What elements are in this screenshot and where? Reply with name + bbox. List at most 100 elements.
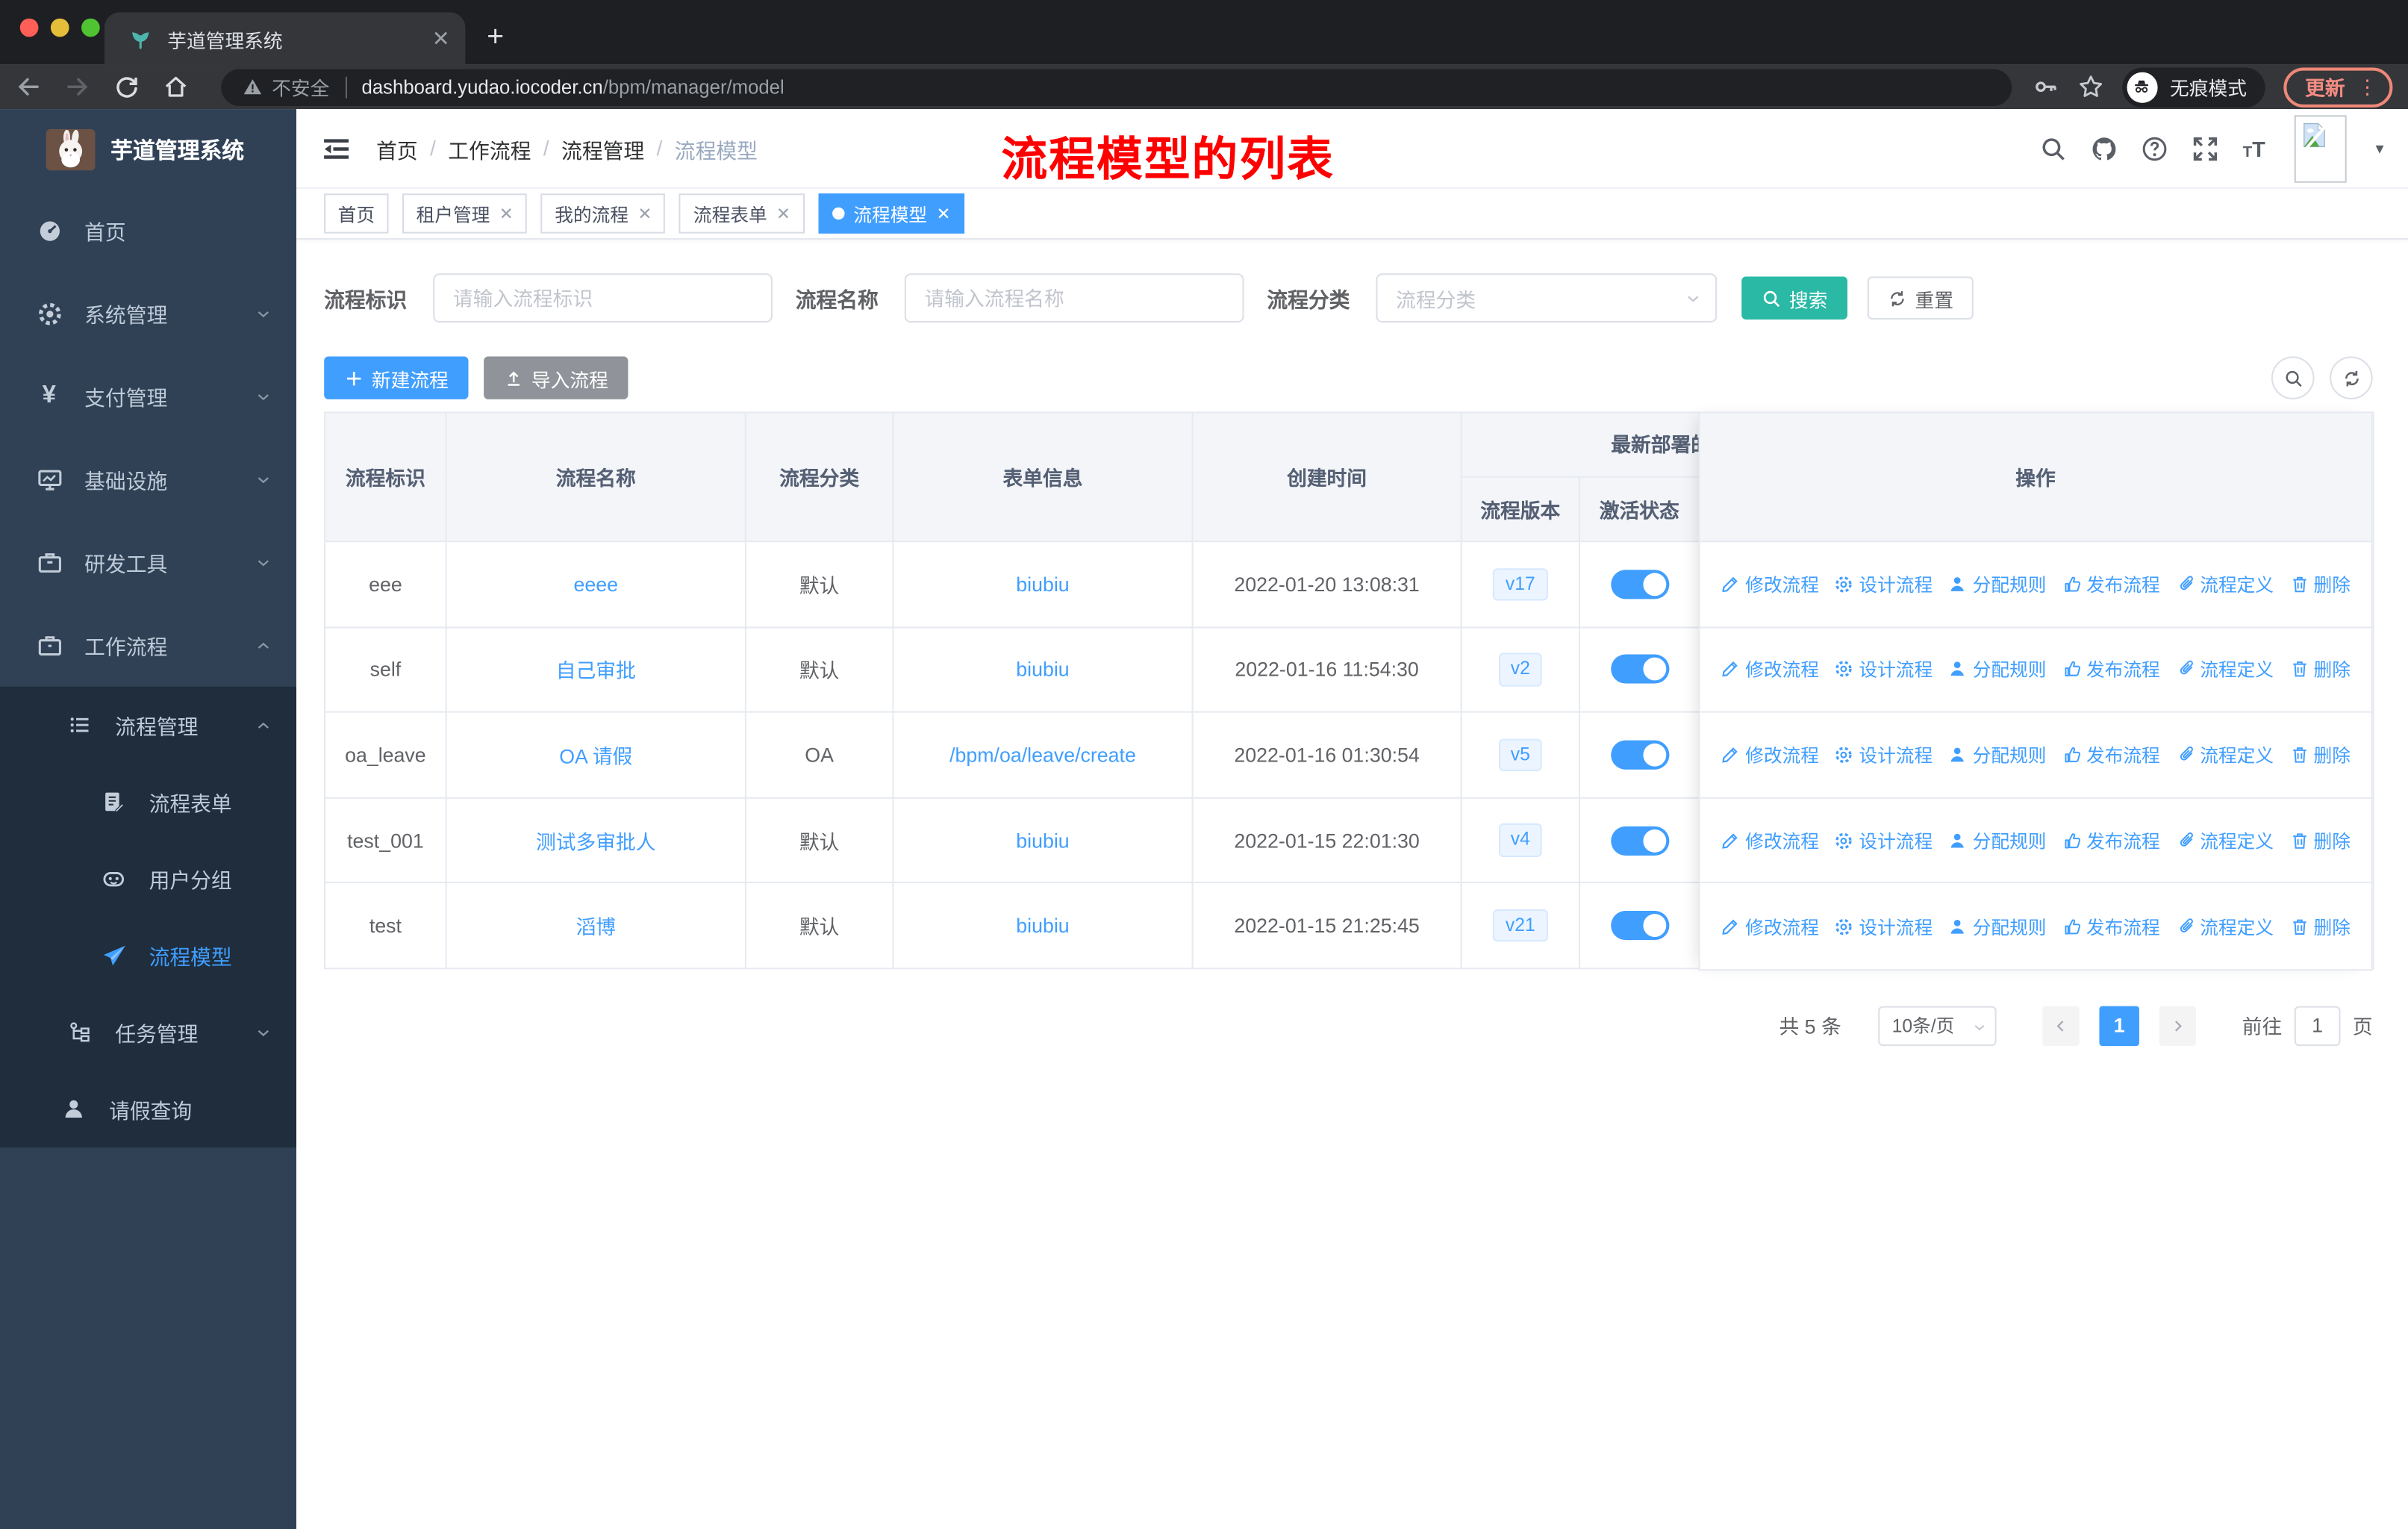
process-name-link[interactable]: 测试多审批人 <box>536 830 656 853</box>
sidebar-item-payment[interactable]: ¥ 支付管理 <box>0 355 296 437</box>
version-badge[interactable]: v21 <box>1493 909 1548 943</box>
active-toggle[interactable] <box>1610 826 1669 856</box>
collapse-sidebar-icon[interactable] <box>321 133 352 164</box>
close-icon[interactable]: ✕ <box>936 204 950 224</box>
goto-page-input[interactable] <box>2294 1006 2341 1047</box>
tag-process-model[interactable]: 流程模型 ✕ <box>818 193 964 234</box>
row-action-link[interactable]: 修改流程 <box>1721 913 1819 939</box>
update-button[interactable]: 更新 ⋮ <box>2283 66 2393 107</box>
row-action-link[interactable]: 分配规则 <box>1948 742 2046 768</box>
password-key-icon[interactable] <box>2033 74 2059 100</box>
minimize-window-button[interactable] <box>50 18 69 37</box>
avatar[interactable] <box>2294 114 2347 182</box>
row-action-link[interactable]: 发布流程 <box>2062 742 2160 768</box>
close-window-button[interactable] <box>19 18 39 37</box>
active-toggle[interactable] <box>1610 911 1669 941</box>
refresh-table-button[interactable] <box>2330 356 2373 399</box>
create-process-button[interactable]: 新建流程 <box>324 356 469 399</box>
row-action-link[interactable]: 设计流程 <box>1835 827 1933 853</box>
row-action-link[interactable]: 发布流程 <box>2062 656 2160 682</box>
form-info-link[interactable]: biubiu <box>1016 915 1069 938</box>
url-bar[interactable]: 不安全 dashboard.yudao.iocoder.cn /bpm/mana… <box>221 68 2012 105</box>
row-action-link[interactable]: 设计流程 <box>1835 571 1933 597</box>
maximize-window-button[interactable] <box>81 18 100 37</box>
row-action-link[interactable]: 删除 <box>2289 742 2351 768</box>
active-toggle[interactable] <box>1610 740 1669 770</box>
row-action-link[interactable]: 分配规则 <box>1948 571 2046 597</box>
row-action-link[interactable]: 设计流程 <box>1835 913 1933 939</box>
page-number-button[interactable]: 1 <box>2099 1006 2139 1047</box>
version-badge[interactable]: v5 <box>1498 738 1543 772</box>
reset-button[interactable]: 重置 <box>1867 276 1974 320</box>
process-name-link[interactable]: 滔博 <box>576 916 616 939</box>
close-icon[interactable]: ✕ <box>776 204 790 224</box>
sidebar-item-process-model[interactable]: 流程模型 <box>0 917 296 994</box>
row-action-link[interactable]: 发布流程 <box>2062 827 2160 853</box>
row-action-link[interactable]: 删除 <box>2289 571 2351 597</box>
row-action-link[interactable]: 修改流程 <box>1721 571 1819 597</box>
avatar-caret-icon[interactable]: ▼ <box>2373 140 2386 156</box>
search-icon[interactable] <box>2040 134 2068 162</box>
close-icon[interactable]: ✕ <box>637 204 652 224</box>
row-action-link[interactable]: 修改流程 <box>1721 742 1819 768</box>
row-action-link[interactable]: 流程定义 <box>2175 571 2274 597</box>
reload-icon[interactable] <box>113 74 140 100</box>
sidebar-item-process-management[interactable]: 流程管理 <box>0 687 296 764</box>
next-page-button[interactable] <box>2159 1006 2197 1047</box>
process-name-link[interactable]: eeee <box>574 573 619 596</box>
tag-tenant[interactable]: 租户管理 ✕ <box>402 193 528 234</box>
tab-close-icon[interactable]: ✕ <box>432 28 450 49</box>
row-action-link[interactable]: 流程定义 <box>2175 913 2274 939</box>
row-action-link[interactable]: 发布流程 <box>2062 571 2160 597</box>
home-icon[interactable] <box>163 74 189 100</box>
row-action-link[interactable]: 删除 <box>2289 656 2351 682</box>
row-action-link[interactable]: 流程定义 <box>2175 827 2274 853</box>
row-action-link[interactable]: 流程定义 <box>2175 656 2274 682</box>
form-info-link[interactable]: /bpm/oa/leave/create <box>949 744 1136 767</box>
form-info-link[interactable]: biubiu <box>1016 658 1069 681</box>
process-name-link[interactable]: 自己审批 <box>556 659 636 682</box>
close-icon[interactable]: ✕ <box>499 204 514 224</box>
sidebar-item-process-form[interactable]: 流程表单 <box>0 764 296 841</box>
process-name-link[interactable]: OA 请假 <box>559 745 632 768</box>
tag-home[interactable]: 首页 <box>324 193 389 234</box>
github-icon[interactable] <box>2091 134 2118 162</box>
breadcrumb-process-management[interactable]: 流程管理 <box>561 133 644 164</box>
bookmark-star-icon[interactable] <box>2078 74 2104 100</box>
forward-icon[interactable] <box>64 74 90 100</box>
help-question-icon[interactable] <box>2142 134 2169 162</box>
font-size-icon[interactable]: TT <box>2243 136 2265 161</box>
sidebar-item-system[interactable]: 系统管理 <box>0 272 296 355</box>
active-toggle[interactable] <box>1610 655 1669 685</box>
row-action-link[interactable]: 流程定义 <box>2175 742 2274 768</box>
fullscreen-icon[interactable] <box>2192 134 2220 162</box>
tag-my-process[interactable]: 我的流程 ✕ <box>540 193 666 234</box>
prev-page-button[interactable] <box>2042 1006 2080 1047</box>
version-badge[interactable]: v17 <box>1493 567 1548 601</box>
row-action-link[interactable]: 修改流程 <box>1721 656 1819 682</box>
version-badge[interactable]: v2 <box>1498 653 1543 687</box>
import-process-button[interactable]: 导入流程 <box>484 356 628 399</box>
back-icon[interactable] <box>16 74 42 100</box>
tag-process-form[interactable]: 流程表单 ✕ <box>679 193 805 234</box>
row-action-link[interactable]: 删除 <box>2289 913 2351 939</box>
new-tab-button[interactable]: + <box>487 22 504 55</box>
active-toggle[interactable] <box>1610 569 1669 599</box>
row-action-link[interactable]: 设计流程 <box>1835 656 1933 682</box>
form-info-link[interactable]: biubiu <box>1016 573 1069 596</box>
row-action-link[interactable]: 修改流程 <box>1721 827 1819 853</box>
sidebar-item-devtools[interactable]: 研发工具 <box>0 520 296 603</box>
breadcrumb-workflow[interactable]: 工作流程 <box>448 133 531 164</box>
sidebar-item-user-group[interactable]: 用户分组 <box>0 840 296 917</box>
sidebar-item-infrastructure[interactable]: 基础设施 <box>0 437 296 520</box>
row-action-link[interactable]: 删除 <box>2289 827 2351 853</box>
toggle-search-button[interactable] <box>2271 356 2315 399</box>
row-action-link[interactable]: 分配规则 <box>1948 827 2046 853</box>
browser-tab[interactable]: 芋道管理系统 ✕ <box>104 12 466 65</box>
page-size-select[interactable]: 10条/页 <box>1878 1006 1997 1047</box>
version-badge[interactable]: v4 <box>1498 823 1543 857</box>
app-logo-row[interactable]: 芋道管理系统 <box>0 109 296 189</box>
process-id-input[interactable] <box>433 273 773 323</box>
sidebar-item-workflow[interactable]: 工作流程 <box>0 604 296 687</box>
sidebar-item-task-management[interactable]: 任务管理 <box>0 994 296 1071</box>
